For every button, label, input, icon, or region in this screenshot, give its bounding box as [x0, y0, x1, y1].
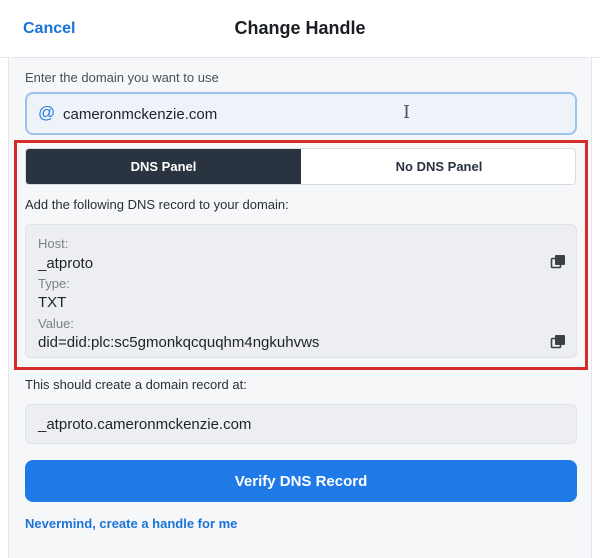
domain-label: Enter the domain you want to use: [25, 70, 219, 85]
page-title: Change Handle: [234, 18, 366, 38]
type-label: Type:: [38, 276, 70, 291]
modal-header: Cancel Change Handle: [0, 0, 600, 58]
record-value: did=did:plc:sc5gmonkqcquqhm4ngkuhvws: [38, 334, 320, 351]
dns-record-box: Host: _atproto Type: TXT Value: did=did:…: [25, 224, 577, 358]
dns-panel-toggle[interactable]: DNS Panel No DNS Panel: [25, 148, 576, 185]
nevermind-link[interactable]: Nevermind, create a handle for me: [25, 516, 237, 531]
text-cursor-icon: I: [403, 102, 411, 123]
value-label: Value:: [38, 316, 74, 331]
host-value: _atproto: [38, 255, 94, 272]
result-record-value: _atproto.cameronmckenzie.com: [38, 416, 252, 433]
domain-value[interactable]: cameronmckenzie.com: [63, 106, 217, 123]
at-icon: @: [38, 103, 56, 122]
tab-no-dns-panel[interactable]: No DNS Panel: [301, 149, 575, 184]
result-label: This should create a domain record at:: [25, 377, 247, 392]
result-record-field: _atproto.cameronmckenzie.com: [25, 404, 577, 444]
type-value: TXT: [38, 294, 67, 311]
domain-input[interactable]: @ cameronmckenzie.com I: [25, 92, 577, 135]
dns-instructions: Add the following DNS record to your dom…: [25, 197, 289, 212]
host-label: Host:: [38, 236, 69, 251]
copy-icon[interactable]: [549, 253, 567, 271]
tab-dns-panel[interactable]: DNS Panel: [26, 149, 301, 184]
copy-icon[interactable]: [549, 333, 567, 351]
verify-dns-button[interactable]: Verify DNS Record: [25, 460, 577, 502]
